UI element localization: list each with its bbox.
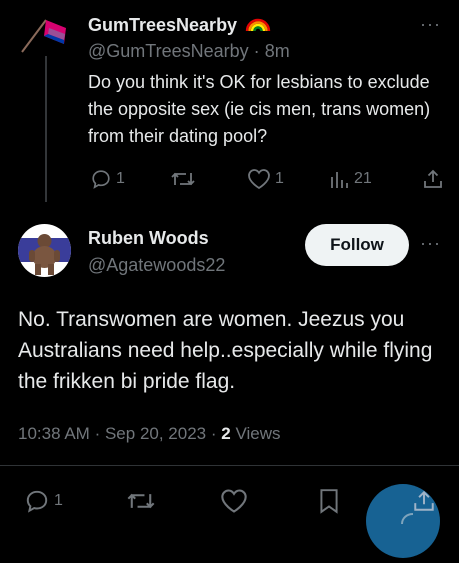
tweet1-view-count: 21 xyxy=(354,170,372,187)
follow-button[interactable]: Follow xyxy=(305,224,409,266)
tweet1-author[interactable]: GumTreesNearby xyxy=(88,14,272,36)
tweet2-metadata: 10:38 AM · Sep 20, 2023 · 2 Views xyxy=(18,424,281,444)
avatar-image xyxy=(18,224,71,277)
avatar-bi-flag[interactable] xyxy=(20,14,72,54)
like-icon xyxy=(248,169,270,190)
rainbow-icon xyxy=(245,18,271,32)
avatar-ruben-woods[interactable] xyxy=(18,224,71,277)
tweet2-views-label: Views xyxy=(235,424,281,443)
tweet2-more-button[interactable]: ··· xyxy=(420,233,441,254)
tweet2-retweet-button[interactable] xyxy=(126,488,156,514)
tweet1-time[interactable]: 8m xyxy=(265,41,290,61)
reply-icon xyxy=(26,490,48,513)
tweet1-separator: · xyxy=(253,41,260,61)
tweet2-time[interactable]: 10:38 AM xyxy=(18,424,90,443)
tweet2-date[interactable]: Sep 20, 2023 xyxy=(105,424,206,443)
divider xyxy=(0,465,459,466)
share-icon xyxy=(424,169,442,188)
tweet2-like-button[interactable] xyxy=(220,488,248,514)
bi-flag-icon xyxy=(21,19,66,53)
share-icon xyxy=(414,490,434,511)
views-icon xyxy=(331,172,348,188)
tweet2-share-button[interactable] xyxy=(412,488,436,514)
tweet1-reply-count: 1 xyxy=(116,170,125,187)
tweet1-more-button[interactable]: ··· xyxy=(420,14,441,35)
tweet1-like-button[interactable]: 1 xyxy=(247,168,284,190)
retweet-icon xyxy=(127,493,155,509)
reply-icon xyxy=(92,170,110,189)
meta-dot-2: · xyxy=(210,424,217,443)
tweet1-views-button[interactable]: 21 xyxy=(330,168,372,190)
retweet-icon xyxy=(171,172,195,186)
tweet1-reply-button[interactable]: 1 xyxy=(90,168,125,190)
tweet1-retweet-button[interactable] xyxy=(170,168,196,190)
tweet2-reply-count: 1 xyxy=(54,492,63,509)
tweet1-handle[interactable]: @GumTreesNearby xyxy=(88,41,249,61)
thread-line xyxy=(45,56,47,202)
tweet2-bookmark-button[interactable] xyxy=(318,488,340,514)
tweet1-body: Do you think it's OK for lesbians to exc… xyxy=(88,72,431,146)
tweet2-views-count: 2 xyxy=(221,424,231,443)
tweet1-share-button[interactable] xyxy=(422,168,444,190)
tweet1-meta: @GumTreesNearby · 8m xyxy=(88,41,290,62)
tweet2-body: No. Transwomen are women. Jeezus you Aus… xyxy=(18,308,433,393)
tweet1-like-count: 1 xyxy=(275,170,284,187)
like-icon xyxy=(221,489,247,513)
tweet2-display-name[interactable]: Ruben Woods xyxy=(88,228,209,249)
meta-dot-1: · xyxy=(94,424,101,443)
tweet2-reply-button[interactable]: 1 xyxy=(24,488,63,514)
tweet2-handle[interactable]: @Agatewoods22 xyxy=(88,255,225,276)
bookmark-icon xyxy=(320,489,338,514)
tweet1-display-name[interactable]: GumTreesNearby xyxy=(88,15,237,35)
